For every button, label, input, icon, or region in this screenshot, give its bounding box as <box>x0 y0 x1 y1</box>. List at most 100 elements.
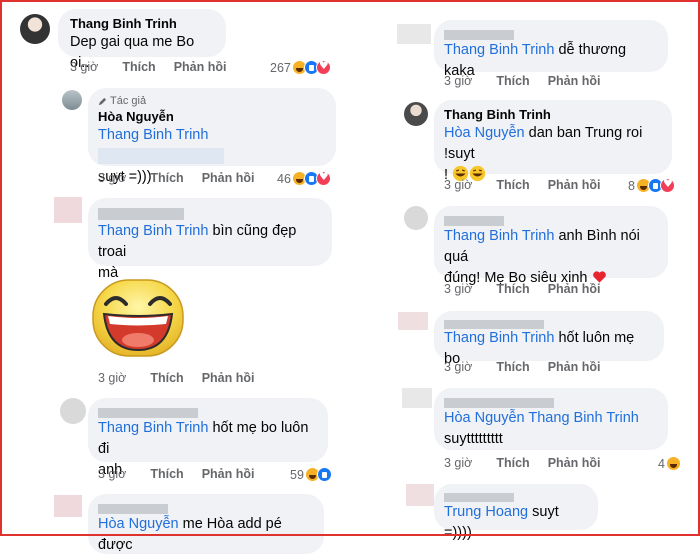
comment-time[interactable]: 3 giờ <box>444 178 472 192</box>
reply-button[interactable]: Phản hồi <box>202 371 255 385</box>
comment-actions: 3 giờ Thích Phản hồi <box>444 178 600 192</box>
mention-link[interactable]: Hòa Nguyễn <box>444 125 525 141</box>
comment-time[interactable]: 3 giờ <box>444 360 472 374</box>
avatar[interactable] <box>54 495 82 517</box>
like-button[interactable]: Thích <box>496 74 529 88</box>
comment-bubble: Trung Hoang suyt =)))) <box>434 484 598 541</box>
reply-button[interactable]: Phản hồi <box>202 467 255 481</box>
comment-text: Trung Hoang suyt =)))) <box>444 504 559 541</box>
commenter-name-redacted <box>444 26 658 40</box>
comment-actions: 3 giờ Thích Phản hồi <box>98 371 254 385</box>
avatar[interactable] <box>54 197 82 223</box>
reply-button[interactable]: Phản hồi <box>548 360 601 374</box>
comment-time[interactable]: 3 giờ <box>98 467 126 481</box>
comment-text: Hòa Nguyễn Thang Binh Trinh <box>444 408 658 429</box>
comment-actions: 3 giờ Thích Phản hồi <box>444 282 600 296</box>
like-button[interactable]: Thích <box>150 371 183 385</box>
comment-text: Thang Binh Trinh hốt mẹ bo luôn đi <box>98 420 309 457</box>
comment-text: Thang Binh Trinh anh Bình nói quá <box>444 228 640 265</box>
mention-link[interactable]: Thang Binh Trinh <box>98 420 208 436</box>
like-button[interactable]: Thích <box>496 282 529 296</box>
reply-button[interactable]: Phản hồi <box>548 178 601 192</box>
avatar[interactable] <box>60 398 86 424</box>
commenter-name-redacted <box>444 394 658 408</box>
mention-link[interactable]: Trung Hoang <box>444 504 528 520</box>
author-badge: Tác giả <box>98 94 326 108</box>
comment-actions: 3 giờ Thích Phản hồi <box>98 171 254 185</box>
avatar[interactable] <box>404 206 428 230</box>
comment-text: Thang Binh Trinh bìn cũng đẹp troai <box>98 223 297 260</box>
comment-bubble: Thang Binh Trinh anh Bình nói quá đúng! … <box>434 206 668 286</box>
laughing-emoji-icon <box>92 279 184 357</box>
comment-actions: 3 giờ Thích Phản hồi <box>444 74 600 88</box>
reply-button[interactable]: Phản hồi <box>548 282 601 296</box>
avatar[interactable] <box>402 388 432 408</box>
like-button[interactable]: Thích <box>496 456 529 470</box>
avatar[interactable] <box>397 24 431 44</box>
like-button[interactable]: Thích <box>496 178 529 192</box>
reaction-summary[interactable]: 267 <box>270 59 331 75</box>
mention-link[interactable]: Thang Binh Trinh <box>98 127 208 143</box>
reaction-count: 46 <box>277 171 291 186</box>
like-button[interactable]: Thích <box>496 360 529 374</box>
reaction-summary[interactable]: 8 <box>628 177 675 193</box>
comment-bubble: Hòa Nguyễn Thang Binh Trinh suyttttttttt <box>434 388 668 450</box>
author-badge-label: Tác giả <box>110 95 147 107</box>
avatar[interactable] <box>406 484 434 506</box>
reply-button[interactable]: Phản hồi <box>202 171 255 185</box>
mention-link[interactable]: Thang Binh Trinh <box>528 410 638 426</box>
comment-actions: 3 giờ Thích Phản hồi <box>444 456 600 470</box>
love-reaction-icon <box>315 170 331 186</box>
avatar[interactable] <box>398 312 428 330</box>
avatar[interactable] <box>62 90 82 110</box>
comment-text: Hòa Nguyễn dan ban Trung roi !suyt <box>444 125 643 162</box>
commenter-name-redacted <box>444 489 588 503</box>
commenter-name[interactable]: Thang Binh Trinh <box>70 15 214 32</box>
mention-link[interactable]: Thang Binh Trinh <box>444 42 554 58</box>
avatar[interactable] <box>20 14 50 44</box>
comment-actions: 3 giờ Thích Phản hồi <box>444 360 600 374</box>
reaction-count: 267 <box>270 60 291 75</box>
comment-bubble: Thang Binh Trinh Dep gai qua me Bo oi... <box>58 9 226 71</box>
comment-time[interactable]: 3 giờ <box>444 456 472 470</box>
like-button[interactable]: Thích <box>122 60 155 74</box>
pencil-icon <box>98 97 107 105</box>
reaction-count: 8 <box>628 178 635 193</box>
comment-bubble: Thang Binh Trinh Hòa Nguyễn dan ban Trun… <box>434 100 672 183</box>
comment-time[interactable]: 3 giờ <box>70 60 98 74</box>
reply-button[interactable]: Phản hồi <box>548 456 601 470</box>
commenter-name[interactable]: Thang Binh Trinh <box>444 106 662 123</box>
mention-link[interactable]: Thang Binh Trinh <box>98 223 208 239</box>
reaction-count: 59 <box>290 467 304 482</box>
comment-text: Hòa Nguyễn me Hòa add pé được <box>98 516 282 553</box>
love-reaction-icon <box>315 59 331 75</box>
comment-bubble: Thang Binh Trinh hốt luôn mẹ bo <box>434 311 664 367</box>
commenter-name[interactable]: Hòa Nguyễn <box>98 108 326 125</box>
avatar[interactable] <box>404 102 428 126</box>
comment-actions: 3 giờ Thích Phản hồi <box>98 467 254 481</box>
love-reaction-icon <box>659 177 675 193</box>
commenter-name-redacted <box>98 205 322 221</box>
commenter-name-redacted <box>444 316 654 330</box>
mention-link[interactable]: Thang Binh Trinh <box>444 330 554 346</box>
mention-link[interactable]: Hòa Nguyễn <box>98 516 179 532</box>
commenter-name-redacted <box>98 404 318 418</box>
reply-button[interactable]: Phản hồi <box>548 74 601 88</box>
comment-text: Thang Binh Trinh <box>98 125 326 167</box>
haha-reaction-icon <box>665 456 681 471</box>
comment-time[interactable]: 3 giờ <box>98 371 126 385</box>
like-button[interactable]: Thích <box>150 171 183 185</box>
reply-button[interactable]: Phản hồi <box>174 60 227 74</box>
reaction-summary[interactable]: 4 <box>658 456 681 471</box>
mention-link[interactable]: Hòa Nguyễn <box>444 410 525 426</box>
reaction-summary[interactable]: 59 <box>290 467 332 482</box>
reaction-count: 4 <box>658 456 665 471</box>
reaction-summary[interactable]: 46 <box>277 170 331 186</box>
comment-bubble: Tác giả Hòa Nguyễn Thang Binh Trinh suyt… <box>88 88 336 185</box>
like-button[interactable]: Thích <box>150 467 183 481</box>
mention-link[interactable]: Thang Binh Trinh <box>444 228 554 244</box>
like-reaction-icon <box>316 467 332 482</box>
comment-time[interactable]: 3 giờ <box>98 171 126 185</box>
comment-time[interactable]: 3 giờ <box>444 282 472 296</box>
comment-time[interactable]: 3 giờ <box>444 74 472 88</box>
